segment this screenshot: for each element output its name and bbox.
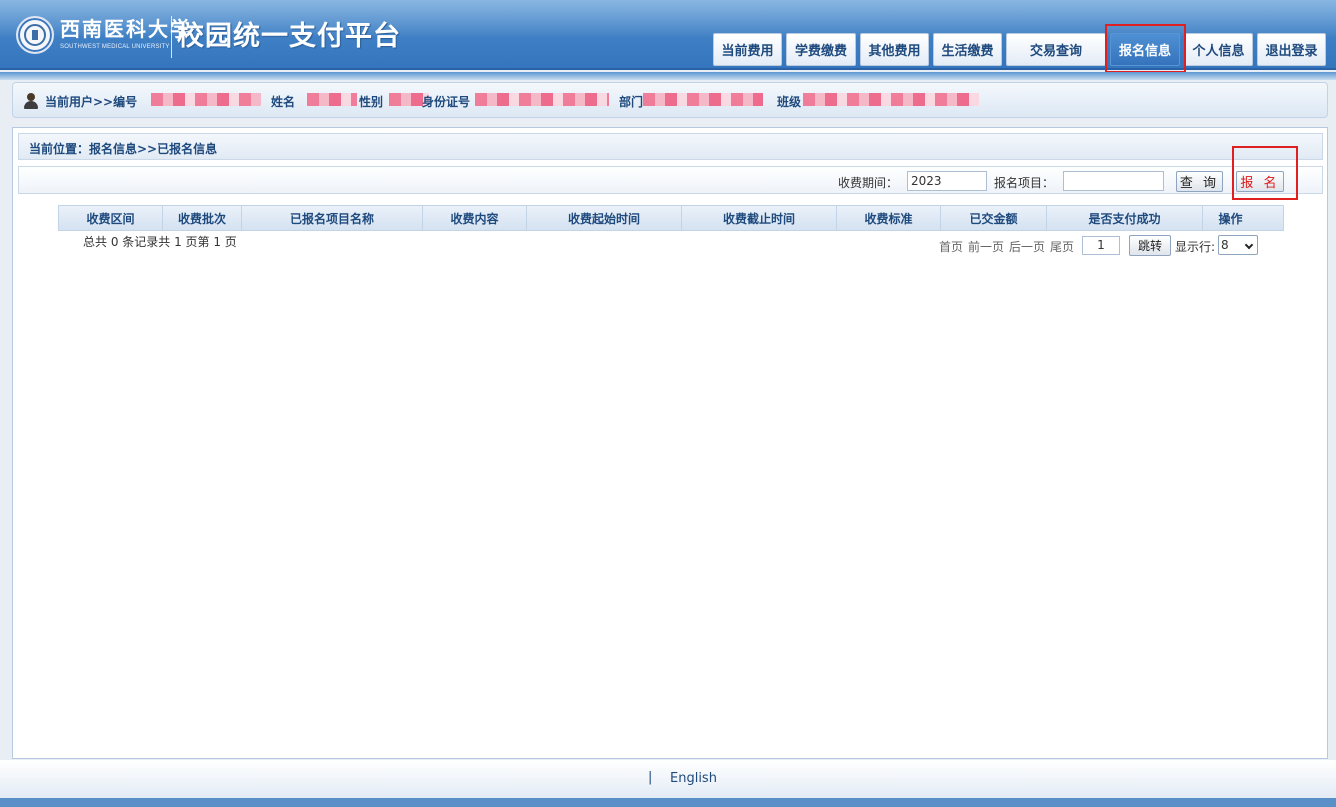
redacted-department — [643, 93, 763, 106]
period-label: 收费期间： — [838, 176, 899, 190]
name-label: 姓名 — [271, 95, 296, 109]
redacted-name — [307, 93, 357, 106]
nav-tab-current-fees[interactable]: 当前费用 — [713, 33, 782, 66]
nav-tab-tuition[interactable]: 学费缴费 — [786, 33, 856, 66]
footer-separator: | — [648, 770, 653, 785]
prev-page-link[interactable]: 前一页 — [968, 238, 1004, 255]
redacted-class — [803, 93, 979, 106]
platform-title: 校园统一支付平台 — [177, 21, 401, 52]
last-page-link[interactable]: 尾页 — [1050, 238, 1074, 255]
col-fee-batch: 收费批次 — [163, 206, 242, 230]
rows-per-page-select[interactable]: 8 — [1218, 235, 1258, 255]
university-seal-icon — [16, 16, 54, 54]
first-page-link[interactable]: 首页 — [939, 238, 963, 255]
current-user-bar: 当前用户>>编号 姓名 性别 身份证号 部门 班级 — [12, 82, 1328, 118]
university-name-en: SOUTHWEST MEDICAL UNIVERSITY — [60, 44, 170, 50]
nav-tab-personal-info[interactable]: 个人信息 — [1184, 33, 1253, 66]
col-start-time: 收费起始时间 — [527, 206, 682, 230]
footer: | English — [0, 760, 1336, 798]
header-band — [0, 72, 1336, 80]
search-bar: 收费期间： 2023 报名项目： 查 询 报 名 — [18, 166, 1323, 194]
nav-tab-other-fees[interactable]: 其他费用 — [860, 33, 929, 66]
period-input[interactable]: 2023 — [907, 171, 987, 191]
redacted-user-id — [151, 93, 261, 106]
logo-divider — [171, 16, 172, 58]
nav-tab-logout[interactable]: 退出登录 — [1257, 33, 1326, 66]
gender-label: 性别 — [359, 95, 384, 109]
redacted-id-number — [475, 93, 609, 106]
next-page-link[interactable]: 后一页 — [1009, 238, 1045, 255]
col-end-time: 收费截止时间 — [682, 206, 837, 230]
header: 西南医科大学 SOUTHWEST MEDICAL UNIVERSITY 校园统一… — [0, 0, 1336, 70]
id-label: 身份证号 — [422, 95, 471, 109]
footer-bar — [0, 798, 1336, 807]
user-icon — [22, 92, 40, 110]
project-input[interactable] — [1063, 171, 1164, 191]
records-summary: 总共 0 条记录共 1 页第 1 页 — [83, 235, 237, 249]
user-prefix: 当前用户>>编号 — [45, 95, 138, 109]
col-fee-period: 收费区间 — [59, 206, 163, 230]
rows-per-page-value: 8 — [1221, 238, 1229, 252]
nav-tab-transactions[interactable]: 交易查询 — [1006, 33, 1106, 66]
jump-button[interactable]: 跳转 — [1129, 235, 1171, 256]
col-payment-success: 是否支付成功 — [1047, 206, 1203, 230]
table-header: 收费区间 收费批次 已报名项目名称 收费内容 收费起始时间 收费截止时间 收费标… — [58, 205, 1284, 231]
nav-tab-registration[interactable]: 报名信息 — [1110, 33, 1180, 66]
query-button[interactable]: 查 询 — [1176, 171, 1223, 192]
breadcrumb: 当前位置：报名信息>>已报名信息 — [18, 133, 1323, 160]
col-action: 操作 — [1218, 211, 1243, 226]
page-number-input[interactable]: 1 — [1082, 236, 1120, 255]
col-paid-amount: 已交金额 — [941, 206, 1047, 230]
english-link[interactable]: English — [670, 771, 717, 786]
rows-label: 显示行: — [1175, 240, 1216, 254]
col-fee-standard: 收费标准 — [837, 206, 941, 230]
class-label: 班级 — [777, 95, 802, 109]
department-label: 部门 — [619, 95, 644, 109]
main-panel: 当前位置：报名信息>>已报名信息 收费期间： 2023 报名项目： 查 询 报 … — [12, 127, 1328, 759]
project-label: 报名项目： — [994, 176, 1055, 190]
col-project-name: 已报名项目名称 — [242, 206, 423, 230]
breadcrumb-text: 当前位置：报名信息>>已报名信息 — [29, 142, 218, 156]
university-name-cn: 西南医科大学 — [60, 17, 192, 41]
signup-button[interactable]: 报 名 — [1236, 171, 1284, 192]
nav-tab-living-payment[interactable]: 生活缴费 — [933, 33, 1002, 66]
chevron-down-icon — [1244, 240, 1254, 250]
col-fee-content: 收费内容 — [423, 206, 527, 230]
